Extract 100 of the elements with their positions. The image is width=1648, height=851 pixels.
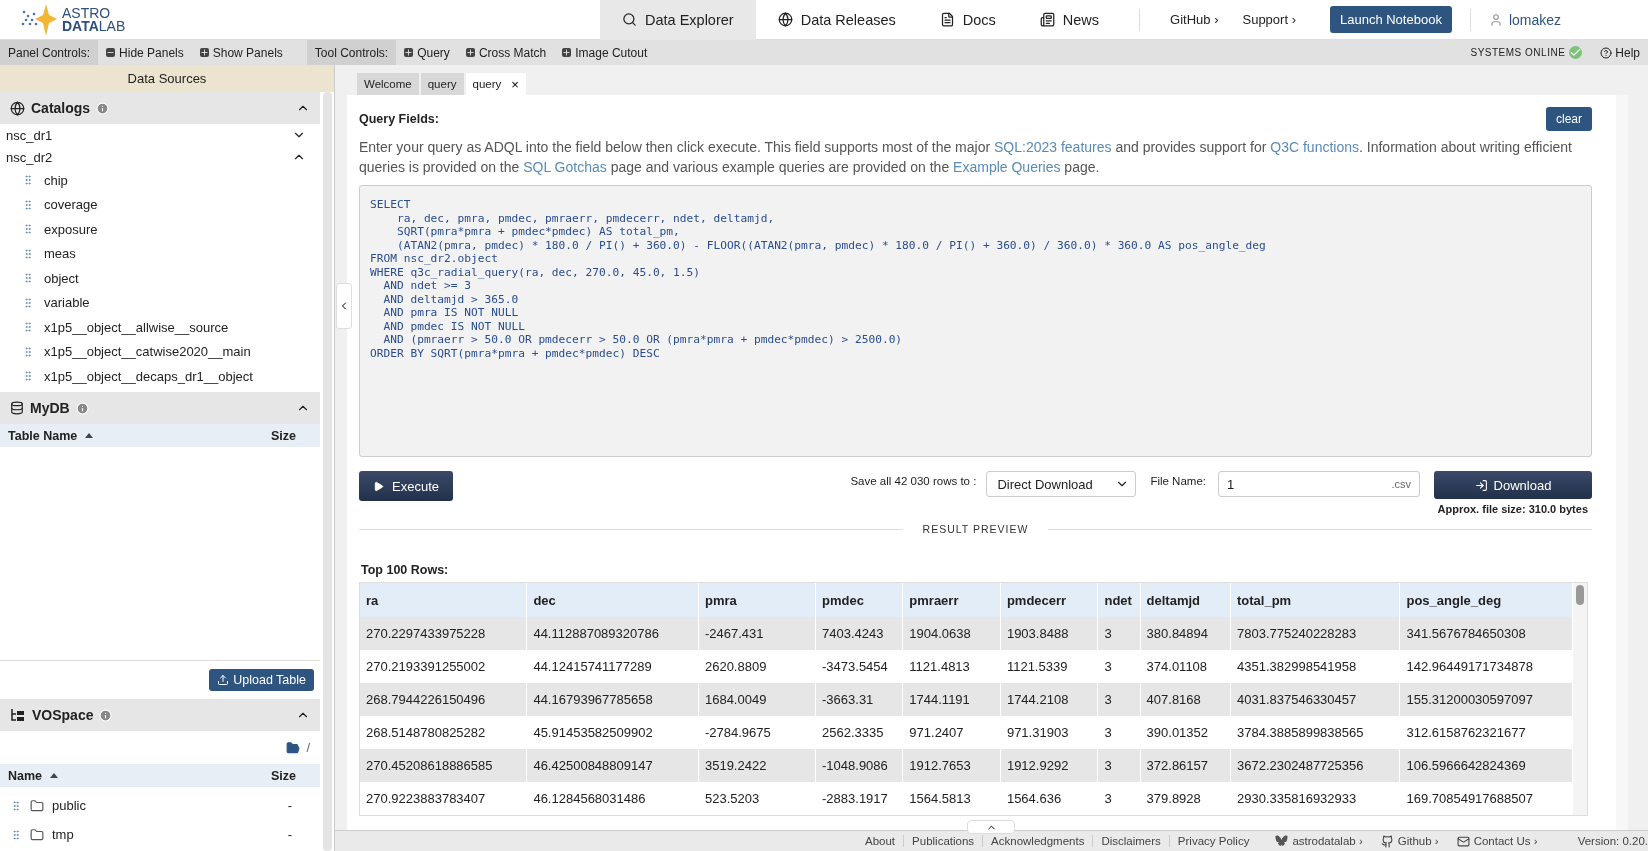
panel-button[interactable]: Show Panels [191, 45, 291, 60]
table-cell: 1912.9292 [1000, 749, 1099, 782]
table-item[interactable]: x1p5__object__decaps_dr1__object [6, 364, 320, 389]
doc-link[interactable]: Q3C functions [1270, 139, 1359, 155]
file-name-label: File Name: [1150, 475, 1206, 487]
table-item[interactable]: chip [6, 168, 320, 193]
section-title: VOSpace [32, 707, 94, 723]
footer-link[interactable]: Privacy Policy [1169, 835, 1258, 847]
catalog-item[interactable]: nsc_dr1 [6, 124, 320, 146]
doc-link[interactable]: Example Queries [953, 159, 1061, 175]
table-cell: -2467.431 [698, 617, 816, 650]
table-item[interactable]: x1p5__object__catwise2020__main [6, 339, 320, 364]
nav-tab[interactable]: News [1017, 0, 1122, 40]
editor-tab[interactable]: Welcome [357, 73, 419, 95]
nav-tab[interactable]: Data Explorer [600, 0, 756, 40]
table-item[interactable]: meas [6, 241, 320, 266]
column-header[interactable]: total_pm [1230, 583, 1401, 617]
help-button[interactable]: Help [1612, 45, 1648, 60]
sidebar-title: Data Sources [0, 65, 334, 92]
column-header[interactable]: Name [8, 768, 43, 783]
section-header[interactable]: Catalogs [0, 92, 320, 124]
section-title: MyDB [30, 400, 70, 416]
doc-link[interactable]: SQL:2023 features [994, 139, 1112, 155]
table-cell: 3672.2302487725356 [1230, 749, 1401, 782]
footer-link[interactable]: astrodatalab › [1275, 835, 1363, 847]
column-header[interactable]: ndet [1098, 583, 1141, 617]
clear-button[interactable]: clear [1546, 107, 1592, 131]
status-text: SYSTEMS ONLINE [1470, 47, 1566, 58]
nav-tab-label: Docs [962, 11, 996, 28]
folder-name[interactable]: public [52, 798, 280, 813]
table-cell: 1903.8488 [1000, 617, 1099, 650]
tool-button[interactable]: Query [396, 45, 458, 60]
table-cell: 1744.2108 [1000, 683, 1099, 716]
footer-link[interactable]: About [857, 835, 905, 847]
section-header[interactable]: MyDB [0, 392, 320, 424]
destination-select[interactable]: Direct Download [986, 471, 1137, 497]
nav-link[interactable]: GitHub › [1170, 12, 1219, 27]
doc-link[interactable]: SQL Gotchas [523, 159, 607, 175]
tool-button[interactable]: Image Cutout [554, 45, 656, 60]
column-header[interactable]: pmraerr [903, 583, 1001, 617]
table-item[interactable]: object [6, 266, 320, 291]
file-name-field[interactable]: 1 .csv [1218, 471, 1420, 497]
table-cell: 270.45208618886585 [360, 749, 528, 782]
nav-tab[interactable]: Data Releases [755, 0, 918, 40]
tool-button[interactable]: Cross Match [457, 45, 555, 60]
table-cell: 7803.775240228283 [1230, 617, 1401, 650]
tab-label: query [427, 78, 457, 90]
description-text: Enter your query as ADQL into the field below then click execute. This field supports most of the major SQL:2023 features and provides support for Q3C functions. Information about writing efficient queries is provided on the SQL Gotchas page and various example queries are provided on the Example Queries page. [359, 138, 1573, 177]
footer-link[interactable]: Github › [1380, 834, 1439, 848]
table-item[interactable]: variable [6, 290, 320, 315]
footer-link[interactable]: Contact Us › [1456, 834, 1538, 848]
column-header[interactable]: ra [360, 583, 528, 617]
download-button[interactable]: Download [1434, 471, 1592, 499]
column-header[interactable]: deltamjd [1140, 583, 1231, 617]
column-header[interactable]: pos_angle_deg [1400, 583, 1573, 617]
table-cell: 270.2297433975228 [360, 617, 528, 650]
close-tab-button[interactable]: × [511, 76, 519, 92]
table-item[interactable]: coverage [6, 192, 320, 217]
footer-link[interactable]: Publications [904, 835, 984, 847]
section-header[interactable]: VOSpace [0, 699, 320, 731]
table-cell: 46.42500848809147 [527, 749, 699, 782]
tab-label: query [472, 78, 502, 90]
table-cell: 372.86157 [1140, 749, 1231, 782]
path-text: / [306, 740, 310, 755]
column-header[interactable]: dec [527, 583, 699, 617]
panel-button[interactable]: Hide Panels [98, 45, 192, 60]
column-header[interactable]: Table Name [8, 428, 78, 443]
table-cell: 4031.837546330457 [1230, 683, 1401, 716]
footer-link[interactable]: Acknowledgments [983, 835, 1094, 847]
table-cell: 268.7944226150496 [360, 683, 528, 716]
column-header[interactable]: pmdec [816, 583, 904, 617]
nav-tab-label: Data Releases [800, 11, 896, 28]
query-editor[interactable]: SELECT ra, dec, pmra, pmdec, pmraerr, pmdecerr, ndet, deltamjd, SQRT(pmra*pmra + pmdec*pmdec) AS total_pm, (ATAN2(pmra, pmdec) * 180.0 / PI() + 360.0) - FLOOR((ATAN2(pmra, pmdec) * 180.0 / PI() + 360.0) / 360.0) * 360.0 AS pos_angle_deg FROM nsc_dr2.object WHERE q3c_radial_query(ra, dec, 270.0, 45.0, 1.5) AND ndet >= 3 AND deltamjd > 365.0 AND pmra IS NOT NULL AND pmdec IS NOT NULL AND (pmraerr > 50.0 OR pmdecerr > 50.0 OR (pmra*pmra + pmdec*pmdec) > 2500.0) ORDER BY SQRT(pmra*pmra + pmdec*pmdec) DESC [359, 185, 1592, 457]
column-header[interactable]: pmra [698, 583, 816, 617]
execute-button[interactable]: Execute [359, 471, 453, 501]
column-header[interactable]: Size [271, 768, 296, 783]
column-header[interactable]: Size [271, 428, 296, 443]
save-label: Save all 42 030 rows to : [850, 475, 977, 487]
table-cell: 1904.0638 [903, 617, 1001, 650]
editor-tab[interactable]: query [420, 73, 464, 95]
user-link[interactable]: lomakez [1508, 11, 1562, 28]
extension-text: .csv [1391, 478, 1411, 490]
upload-table-button[interactable]: Upload Table [209, 669, 314, 691]
footer-link[interactable]: Disclaimers [1093, 835, 1170, 847]
folder-name[interactable]: tmp [52, 827, 280, 842]
nav-tab[interactable]: Docs [917, 0, 1018, 40]
table-cell: 1744.1191 [903, 683, 1001, 716]
editor-tab[interactable]: query × [465, 73, 526, 95]
column-header[interactable]: pmdecerr [1000, 583, 1099, 617]
logo-text: ASTRO DATALAB [62, 6, 126, 33]
size-text: - [287, 827, 292, 842]
table-cell: 341.5676784650308 [1400, 617, 1573, 650]
table-cell: 155.31200030597097 [1400, 683, 1573, 716]
catalog-item[interactable]: nsc_dr2 [6, 146, 320, 168]
file-size-text: Approx. file size: 310.0 bytes [1437, 503, 1588, 515]
table-cell: 44.16793967785658 [527, 683, 699, 716]
nav-link[interactable]: Support › [1242, 12, 1296, 27]
table-item[interactable]: exposure [6, 217, 320, 242]
table-item[interactable]: x1p5__object__allwise__source [6, 315, 320, 340]
launch-notebook-button[interactable]: Launch Notebook [1329, 6, 1452, 33]
